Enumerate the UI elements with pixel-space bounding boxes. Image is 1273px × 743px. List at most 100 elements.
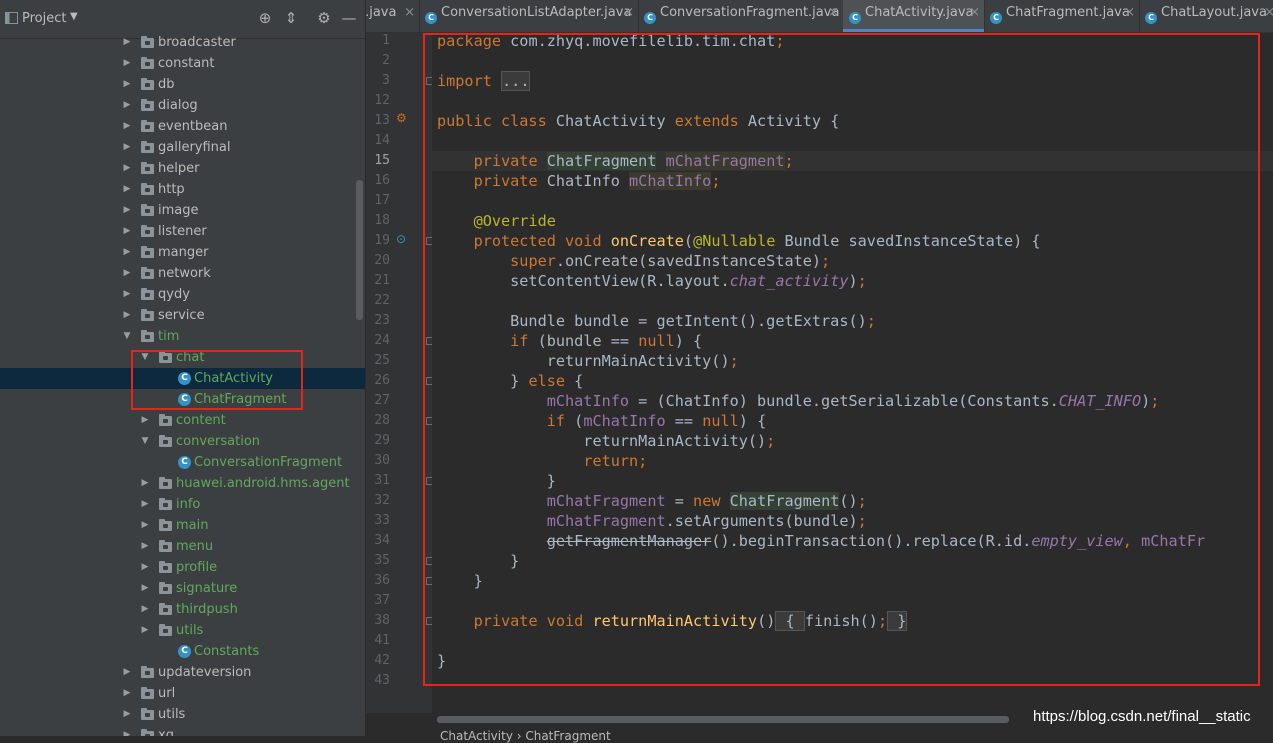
horizontal-scrollbar[interactable]	[437, 716, 1009, 723]
collapsed-arrow-icon[interactable]: ▶	[122, 95, 132, 116]
collapsed-arrow-icon[interactable]: ▶	[122, 200, 132, 221]
tree-folder-item[interactable]: ▶ content	[0, 410, 365, 431]
tree-folder-item[interactable]: ▶ utils	[0, 704, 365, 725]
editor-tab[interactable]: C ConversationFragment.java ×	[638, 0, 844, 32]
close-icon[interactable]: ×	[1264, 0, 1273, 32]
collapse-all-icon[interactable]: ⇕	[283, 10, 299, 26]
line-number: 18	[374, 213, 390, 228]
collapsed-arrow-icon[interactable]: ▶	[122, 32, 132, 53]
collapsed-arrow-icon[interactable]: ▶	[122, 305, 132, 326]
collapsed-arrow-icon[interactable]: ▶	[122, 116, 132, 137]
tree-folder-item[interactable]: ▶ dialog	[0, 95, 365, 116]
tree-item-label: signature	[176, 581, 238, 596]
tree-folder-item[interactable]: ▶ utils	[0, 620, 365, 641]
collapsed-arrow-icon[interactable]: ▶	[140, 536, 150, 557]
expanded-arrow-icon[interactable]: ▼	[140, 431, 150, 452]
tree-folder-item[interactable]: ▶ service	[0, 305, 365, 326]
tree-folder-item[interactable]: ▶ helper	[0, 158, 365, 179]
collapsed-arrow-icon[interactable]: ▶	[122, 683, 132, 704]
collapsed-arrow-icon[interactable]: ▶	[122, 53, 132, 74]
tree-folder-item[interactable]: ▶ http	[0, 179, 365, 200]
tree-folder-item[interactable]: ▶ menu	[0, 536, 365, 557]
editor-tab[interactable]: C ConversationListAdapter.java ×	[419, 0, 639, 32]
tree-folder-item[interactable]: ▶ thirdpush	[0, 599, 365, 620]
folder-icon	[159, 477, 172, 489]
editor-tab[interactable]: t.java ×	[366, 0, 420, 32]
close-icon[interactable]: ×	[623, 0, 634, 32]
collapsed-arrow-icon[interactable]: ▶	[122, 704, 132, 725]
breadcrumb[interactable]: ChatActivity › ChatFragment	[440, 729, 611, 743]
class-icon: C	[1145, 12, 1157, 24]
tree-folder-item[interactable]: ▶ url	[0, 683, 365, 704]
minimize-icon[interactable]: —	[341, 10, 357, 26]
collapsed-arrow-icon[interactable]: ▶	[140, 578, 150, 599]
tree-folder-item[interactable]: ▶ xg	[0, 725, 365, 736]
tree-item-label: xg	[158, 728, 174, 736]
tree-item-label: info	[176, 497, 201, 512]
tree-folder-item[interactable]: ▶ profile	[0, 557, 365, 578]
collapsed-arrow-icon[interactable]: ▶	[140, 494, 150, 515]
close-icon[interactable]: ×	[969, 0, 980, 32]
tree-folder-item[interactable]: ▶ listener	[0, 221, 365, 242]
collapsed-arrow-icon[interactable]: ▶	[122, 74, 132, 95]
locate-icon[interactable]: ⊕	[257, 10, 273, 26]
tree-folder-item[interactable]: ▶ network	[0, 263, 365, 284]
tab-label: ConversationListAdapter.java	[441, 5, 632, 20]
override-icon[interactable]: ⊙	[396, 232, 406, 246]
editor-tab[interactable]: C ChatLayout.java×	[1139, 0, 1273, 32]
tree-scrollbar[interactable]	[356, 180, 363, 320]
line-number: 28	[374, 413, 390, 428]
editor-tab[interactable]: C ChatActivity.java ×	[843, 0, 985, 32]
tree-folder-item[interactable]: ▶ eventbean	[0, 116, 365, 137]
collapsed-arrow-icon[interactable]: ▶	[122, 179, 132, 200]
tree-folder-item[interactable]: ▶ manger	[0, 242, 365, 263]
tree-folder-item[interactable]: ▶ updateversion	[0, 662, 365, 683]
tree-folder-item[interactable]: ▶ db	[0, 74, 365, 95]
collapsed-arrow-icon[interactable]: ▶	[140, 557, 150, 578]
editor-tab[interactable]: C ChatFragment.java ×	[984, 0, 1140, 32]
gear-icon[interactable]: ⚙	[316, 10, 332, 26]
close-icon[interactable]: ×	[828, 0, 839, 32]
expanded-arrow-icon[interactable]: ▼	[122, 326, 132, 347]
collapsed-arrow-icon[interactable]: ▶	[140, 599, 150, 620]
line-number: 14	[374, 133, 390, 148]
tree-folder-item[interactable]: ▶ broadcaster	[0, 32, 365, 53]
tree-class-item[interactable]: C ConversationFragment	[0, 452, 365, 473]
collapsed-arrow-icon[interactable]: ▶	[122, 725, 132, 736]
collapsed-arrow-icon[interactable]: ▶	[122, 284, 132, 305]
class-icon: C	[990, 12, 1002, 24]
collapsed-arrow-icon[interactable]: ▶	[140, 410, 150, 431]
tree-folder-item[interactable]: ▶ main	[0, 515, 365, 536]
tree-folder-item[interactable]: ▶ constant	[0, 53, 365, 74]
collapsed-arrow-icon[interactable]: ▶	[122, 221, 132, 242]
collapsed-arrow-icon[interactable]: ▶	[122, 137, 132, 158]
tree-folder-item[interactable]: ▶ qydy	[0, 284, 365, 305]
tree-item-label: profile	[176, 560, 218, 575]
collapsed-arrow-icon[interactable]: ▶	[140, 620, 150, 641]
tree-folder-item[interactable]: ▶ signature	[0, 578, 365, 599]
tree-folder-item[interactable]: ▼ conversation	[0, 431, 365, 452]
android-activity-icon[interactable]: ⚙	[396, 111, 407, 125]
tree-class-item[interactable]: C Constants	[0, 641, 365, 662]
tree-item-label: galleryfinal	[158, 140, 231, 155]
folder-icon	[159, 603, 172, 615]
collapsed-arrow-icon[interactable]: ▶	[140, 515, 150, 536]
tree-folder-item[interactable]: ▶ huawei.android.hms.agent	[0, 473, 365, 494]
line-number: 42	[374, 653, 390, 668]
line-number: 29	[374, 433, 390, 448]
collapsed-arrow-icon[interactable]: ▶	[122, 662, 132, 683]
collapsed-arrow-icon[interactable]: ▶	[140, 473, 150, 494]
tree-folder-item[interactable]: ▶ info	[0, 494, 365, 515]
collapsed-arrow-icon[interactable]: ▶	[122, 242, 132, 263]
project-title[interactable]: Project	[22, 11, 66, 26]
tree-folder-item[interactable]: ▶ galleryfinal	[0, 137, 365, 158]
tree-folder-item[interactable]: ▶ image	[0, 200, 365, 221]
line-number: 26	[374, 373, 390, 388]
collapsed-arrow-icon[interactable]: ▶	[122, 158, 132, 179]
close-icon[interactable]: ×	[1124, 0, 1135, 32]
chevron-down-icon[interactable]: ▼	[70, 11, 78, 22]
class-icon: C	[849, 12, 861, 24]
tree-folder-item[interactable]: ▼ tim	[0, 326, 365, 347]
close-icon[interactable]: ×	[404, 0, 415, 32]
collapsed-arrow-icon[interactable]: ▶	[122, 263, 132, 284]
